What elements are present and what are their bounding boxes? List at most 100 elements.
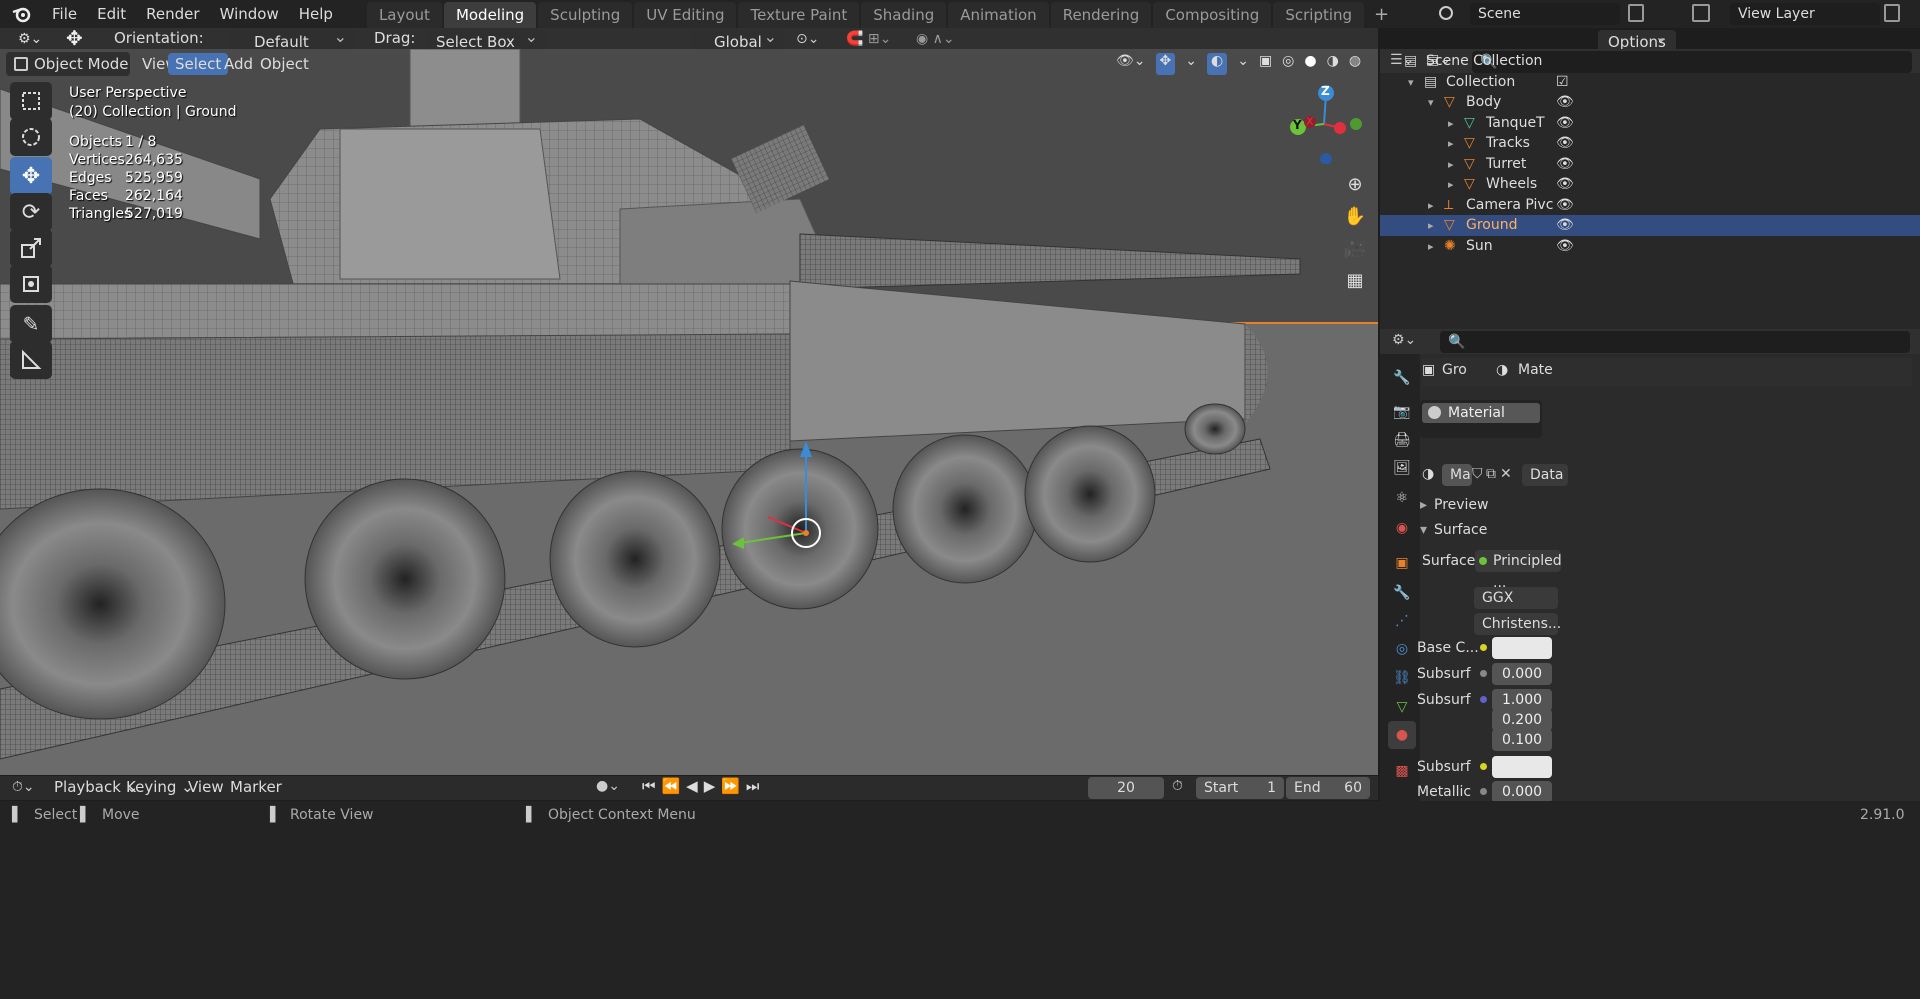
tab-scripting[interactable]: Scripting (1273, 2, 1365, 28)
expand-arrow-icon[interactable]: ▸ (1448, 174, 1454, 195)
move-tool[interactable]: ✥ (10, 157, 52, 195)
visibility-icon[interactable]: 👁⌄ (1116, 53, 1146, 75)
outliner-item[interactable]: ▸ ▽ Tracks 👁 (1380, 133, 1920, 154)
data-tab-icon[interactable]: ▽ (1388, 693, 1416, 721)
current-frame-field[interactable]: 20 (1088, 777, 1164, 799)
menu-edit[interactable]: Edit (87, 0, 136, 28)
expand-arrow-icon[interactable]: ▸ (1428, 236, 1434, 257)
start-frame-field[interactable]: Start 1 (1196, 777, 1284, 799)
number-field[interactable]: 0.200 (1492, 709, 1552, 731)
material-context-name[interactable]: Mate (1518, 362, 1553, 378)
number-field[interactable]: 0.000 (1492, 781, 1552, 803)
end-frame-field[interactable]: End 60 (1286, 777, 1370, 799)
tab-rendering[interactable]: Rendering (1050, 2, 1152, 28)
measure-tool[interactable] (10, 341, 52, 379)
object-tab-icon[interactable]: ▣ (1388, 549, 1416, 577)
outliner-item[interactable]: ▸ ▽ Turret 👁 (1380, 154, 1920, 175)
blender-logo-icon[interactable] (12, 4, 32, 24)
surface-shader-selector[interactable]: Principled ... (1475, 550, 1562, 591)
outliner-item[interactable]: ▸ ▽ Ground 👁 (1380, 215, 1920, 236)
shading-material-icon[interactable]: ◑ (1327, 53, 1339, 75)
material-name-field[interactable]: Ma (1442, 464, 1472, 486)
expand-arrow-icon[interactable]: ▾ (1408, 72, 1414, 93)
expand-arrow-icon[interactable]: ▸ (1428, 195, 1434, 216)
number-field[interactable]: 1.000 (1492, 689, 1552, 711)
overlay-toggle-icon[interactable]: ◐ (1206, 53, 1228, 75)
tab-shading[interactable]: Shading (861, 2, 947, 28)
world-tab-icon[interactable]: ◉ (1388, 514, 1416, 542)
scene-selector[interactable]: Scene (1470, 3, 1620, 25)
duplicate-material-icon[interactable]: ⧉ (1486, 466, 1496, 482)
expand-arrow-icon[interactable]: ▸ (1448, 133, 1454, 154)
expand-arrow-icon[interactable]: ▸ (1448, 113, 1454, 134)
menu-object[interactable]: Object (252, 51, 317, 77)
preview-range-icon[interactable]: ⏱ (1172, 778, 1183, 794)
distribution-dropdown[interactable]: GGX (1474, 587, 1558, 609)
view-layer-tab-icon[interactable]: 🖼 (1388, 454, 1416, 482)
pivot-point-icon[interactable]: ⊙⌄ (796, 31, 836, 51)
expand-arrow-icon[interactable]: ▸ (1448, 154, 1454, 175)
snapping-icon[interactable]: 🧲 ⊞⌄ (846, 31, 926, 51)
shading-solid-icon[interactable]: ● (1304, 53, 1316, 75)
physics-tab-icon[interactable]: ◎ (1388, 635, 1416, 663)
particles-tab-icon[interactable]: ⋰ (1388, 607, 1416, 635)
constraints-tab-icon[interactable]: ⛓ (1388, 664, 1416, 692)
timeline-editor-icon[interactable]: ⏱⌄ (12, 779, 35, 795)
annotate-tool[interactable]: ✎ (10, 305, 52, 343)
gizmo-toggle-icon[interactable]: ✥ (1155, 53, 1176, 75)
menu-window[interactable]: Window (210, 0, 289, 28)
view-layer-selector[interactable]: View Layer (1730, 3, 1880, 25)
outliner-item[interactable]: ▸ ▽ TanqueT 👁 (1380, 113, 1920, 134)
3d-viewport[interactable]: Object Mode View Select Add Object 👁⌄ ✥ ⌄… (0, 49, 1378, 775)
visibility-toggle-icon[interactable]: 👁 (1556, 113, 1574, 134)
new-view-layer-icon[interactable] (1884, 4, 1900, 22)
modifier-tab-icon[interactable]: 🔧 (1388, 579, 1416, 607)
outliner-item[interactable]: ▾ ▤ Collection ☑ (1380, 72, 1920, 93)
playback-controls[interactable]: ⏮⏪◀▶⏩⏭ (642, 777, 762, 795)
surface-panel-arrow[interactable]: ▾ (1420, 522, 1427, 538)
material-tab-icon[interactable]: ● (1388, 721, 1416, 749)
tab-sculpting[interactable]: Sculpting (538, 2, 633, 28)
scene-tab-icon[interactable]: ⚛ (1388, 484, 1416, 512)
outliner-item[interactable]: ▾ ▽ Body 👁 (1380, 92, 1920, 113)
outliner-item[interactable]: ▸ ▽ Wheels 👁 (1380, 174, 1920, 195)
fake-user-icon[interactable]: ⛉ (1472, 466, 1483, 482)
object-context-name[interactable]: Gro (1442, 362, 1467, 378)
camera-view-button[interactable]: 🎥 (1339, 232, 1371, 264)
link-dropdown[interactable]: Data (1522, 464, 1568, 486)
pan-button[interactable]: ✋ (1339, 200, 1371, 232)
visibility-toggle-icon[interactable]: 👁 (1556, 92, 1574, 113)
subsurface-method-dropdown[interactable]: Christens... (1474, 613, 1561, 635)
visibility-toggle-icon[interactable]: ☑ (1556, 72, 1569, 93)
new-scene-icon[interactable] (1628, 4, 1644, 22)
visibility-toggle-icon[interactable]: 👁 (1556, 133, 1574, 154)
transform-tool[interactable] (10, 265, 52, 303)
add-workspace-button[interactable]: + (1366, 4, 1397, 25)
proportional-edit-icon[interactable]: ◉ ∧⌄ (916, 31, 976, 51)
tab-compositing[interactable]: Compositing (1153, 2, 1272, 28)
tab-modeling[interactable]: Modeling (443, 2, 537, 28)
menu-render[interactable]: Render (136, 0, 209, 28)
preview-panel-header[interactable]: Preview (1434, 497, 1489, 513)
mode-dropdown[interactable]: Object Mode (6, 52, 130, 76)
cursor-tool[interactable] (10, 118, 52, 156)
xray-icon[interactable]: ▣ (1259, 53, 1272, 75)
tab-animation[interactable]: Animation (948, 2, 1049, 28)
tool-settings-icon[interactable]: ⚙⌄ (18, 31, 46, 47)
expand-arrow-icon[interactable]: ▾ (1428, 92, 1434, 113)
properties-search[interactable]: 🔍 (1440, 331, 1910, 353)
properties-editor-icon[interactable]: ⚙⌄ (1392, 332, 1416, 348)
tab-texture-paint[interactable]: Texture Paint (738, 2, 860, 28)
zoom-button[interactable]: ⊕ (1339, 168, 1371, 200)
preview-panel-arrow[interactable]: ▸ (1420, 497, 1427, 513)
output-tab-icon[interactable]: 🖨 (1388, 426, 1416, 454)
shading-wireframe-icon[interactable]: ◎ (1282, 53, 1294, 75)
visibility-toggle-icon[interactable]: 👁 (1556, 195, 1574, 216)
outliner-item[interactable]: ▤ Scene Collection (1380, 51, 1920, 72)
number-field[interactable]: 0.100 (1492, 729, 1552, 751)
outliner-item[interactable]: ▸ ✺ Sun 👁 (1380, 236, 1920, 257)
menu-file[interactable]: File (42, 0, 87, 28)
shading-rendered-icon[interactable]: ◍ (1349, 53, 1361, 75)
scene-icon[interactable] (1436, 3, 1456, 25)
tool-tab-icon[interactable]: 🔧 (1388, 364, 1416, 392)
